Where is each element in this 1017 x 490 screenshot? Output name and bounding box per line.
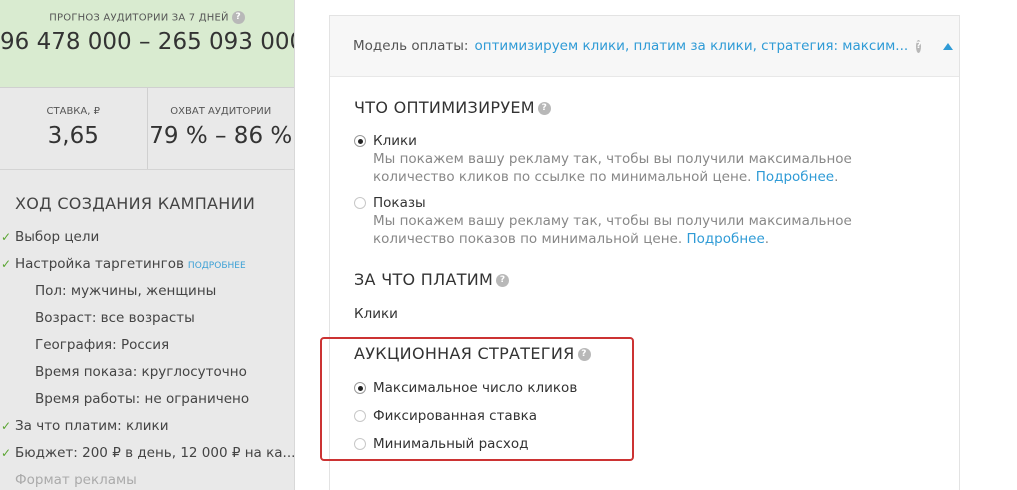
pay-for-value: Клики: [354, 306, 398, 322]
collapse-arrow-icon[interactable]: [943, 42, 954, 50]
audience-forecast: ПРОГНОЗ АУДИТОРИИ ЗА 7 ДНЕЙ? 96 478 000 …: [0, 0, 294, 88]
progress-subitem-run-time: Время работы: не ограничено: [35, 391, 250, 407]
option-description-text: Мы покажем вашу рекламу так, чтобы вы по…: [373, 213, 852, 247]
option-label: Клики: [373, 133, 417, 149]
strategy-highlight-box: [320, 337, 634, 461]
option-description: Мы покажем вашу рекламу так, чтобы вы по…: [373, 212, 933, 248]
pay-for-section: ЗА ЧТО ПЛАТИМ?: [354, 270, 510, 289]
optimize-title: ЧТО ОПТИМИЗИРУЕМ?: [354, 98, 551, 117]
help-icon[interactable]: ?: [916, 39, 922, 53]
campaign-sidebar: ПРОГНОЗ АУДИТОРИИ ЗА 7 ДНЕЙ? 96 478 000 …: [0, 0, 295, 490]
reach-stat: ОХВАТ АУДИТОРИИ 79 % – 86 %: [146, 88, 295, 169]
progress-item-budget: ✓ Бюджет: 200 ₽ в день, 12 000 ₽ на ка...: [0, 440, 294, 467]
progress-title: ХОД СОЗДАНИЯ КАМПАНИИ: [15, 194, 256, 213]
check-icon: ✓: [1, 419, 12, 433]
progress-item-label: Настройка таргетингов: [15, 256, 184, 272]
progress-item-goal: ✓ Выбор цели: [0, 224, 294, 251]
check-icon: ✓: [1, 257, 12, 271]
more-link[interactable]: Подробнее: [756, 169, 834, 185]
pay-for-value-row: Клики: [354, 306, 398, 322]
forecast-value: 96 478 000 – 265 093 000: [0, 29, 295, 55]
period: .: [764, 231, 770, 247]
bid-value: 3,65: [47, 123, 99, 149]
radio-impressions[interactable]: [354, 197, 366, 209]
option-label: Показы: [373, 195, 426, 211]
progress-item-label: Выбор цели: [15, 229, 100, 245]
progress-item-pay-for: ✓ За что платим: клики: [0, 413, 294, 440]
payment-model-label: Модель оплаты:: [353, 38, 469, 54]
radio-clicks[interactable]: [354, 135, 366, 147]
targeting-more-link[interactable]: ПОДРОБНЕЕ: [188, 261, 246, 271]
pay-for-title: ЗА ЧТО ПЛАТИМ?: [354, 270, 510, 289]
help-icon[interactable]: ?: [537, 102, 551, 115]
progress-subitem-geo: География: Россия: [35, 337, 170, 353]
progress-item-label: За что платим: клики: [15, 418, 169, 434]
option-description: Мы покажем вашу рекламу так, чтобы вы по…: [373, 150, 933, 186]
optimize-option-impressions: Показы Мы покажем вашу рекламу так, чтоб…: [354, 194, 933, 248]
progress-item-ad-format: Формат рекламы: [15, 472, 137, 488]
progress-subitem-gender: Пол: мужчины, женщины: [35, 283, 217, 299]
check-icon: ✓: [1, 230, 12, 244]
progress-list: ✓ Выбор цели ✓ Настройка таргетингов ПОДРОБ…: [0, 224, 294, 490]
progress-subitem-show-time: Время показа: круглосуточно: [35, 364, 247, 380]
pay-for-title-text: ЗА ЧТО ПЛАТИМ: [354, 270, 494, 289]
payment-model-header[interactable]: Модель оплаты: оптимизируем клики, плати…: [330, 16, 959, 77]
progress-item-targeting: ✓ Настройка таргетингов ПОДРОБНЕЕ: [0, 251, 294, 278]
bid-label: СТАВКА, ₽: [46, 106, 100, 117]
optimize-option-clicks: Клики Мы покажем вашу рекламу так, чтобы…: [354, 132, 933, 186]
forecast-label: ПРОГНОЗ АУДИТОРИИ ЗА 7 ДНЕЙ?: [0, 11, 294, 24]
stats-row: СТАВКА, ₽ 3,65 ОХВАТ АУДИТОРИИ 79 % – 86…: [0, 88, 294, 170]
progress-item-label: Бюджет: 200 ₽ в день, 12 000 ₽ на ка...: [15, 445, 294, 461]
bid-stat: СТАВКА, ₽ 3,65: [0, 88, 147, 169]
optimize-title-text: ЧТО ОПТИМИЗИРУЕМ: [354, 98, 535, 117]
forecast-label-text: ПРОГНОЗ АУДИТОРИИ ЗА 7 ДНЕЙ: [49, 12, 229, 24]
reach-label: ОХВАТ АУДИТОРИИ: [170, 106, 272, 117]
period: .: [834, 169, 839, 185]
help-icon[interactable]: ?: [496, 274, 510, 287]
more-link[interactable]: Подробнее: [686, 231, 764, 247]
help-icon[interactable]: ?: [231, 11, 245, 24]
progress-subitem-age: Возраст: все возрасты: [35, 310, 195, 326]
optimize-section: ЧТО ОПТИМИЗИРУЕМ?: [354, 98, 551, 117]
check-icon: ✓: [1, 446, 12, 460]
payment-model-summary-link[interactable]: оптимизируем клики, платим за клики, стр…: [474, 38, 908, 54]
reach-value: 79 % – 86 %: [149, 123, 293, 149]
